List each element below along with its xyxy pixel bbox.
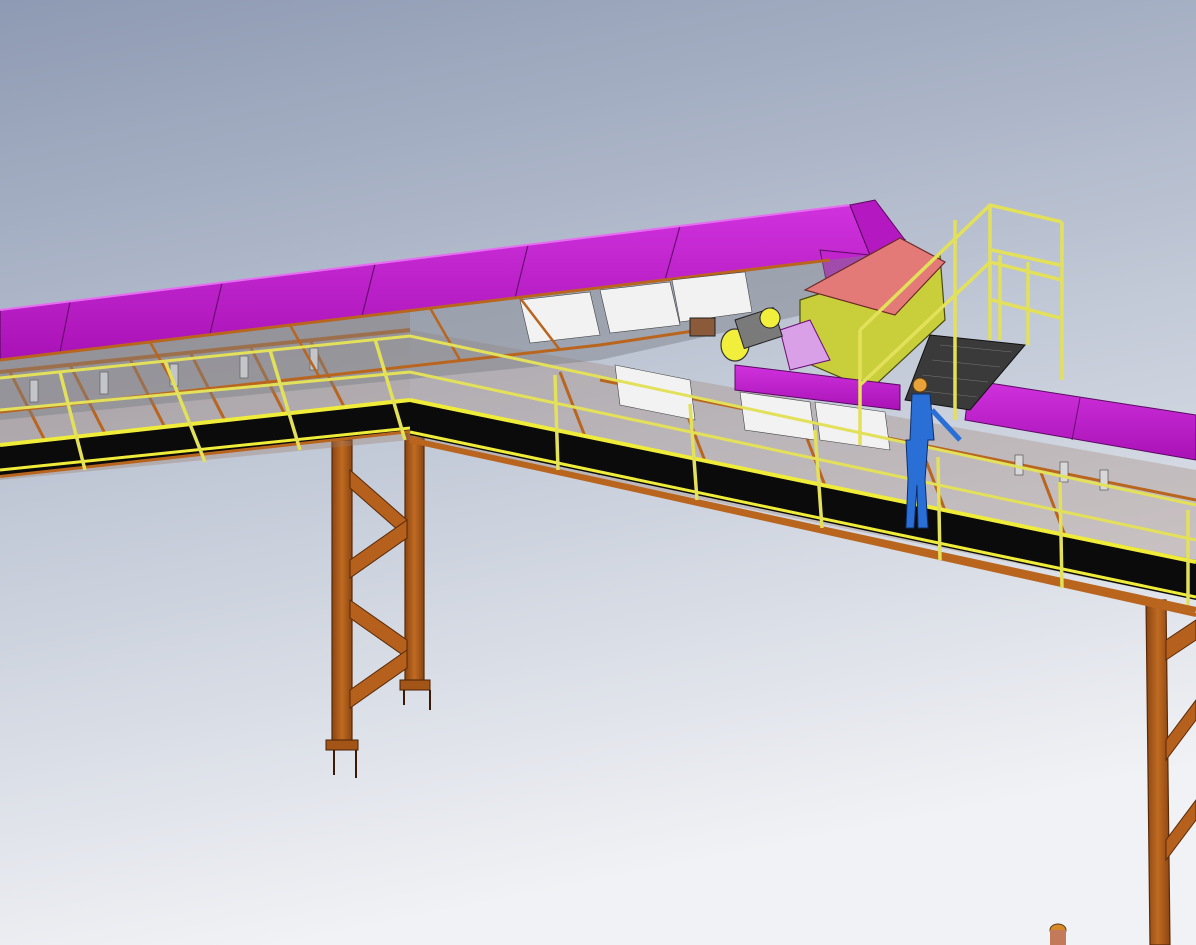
cad-3d-viewport[interactable] (0, 0, 1196, 945)
ground-marker (1049, 923, 1067, 945)
conveyor-assembly-model[interactable] (0, 0, 1196, 945)
